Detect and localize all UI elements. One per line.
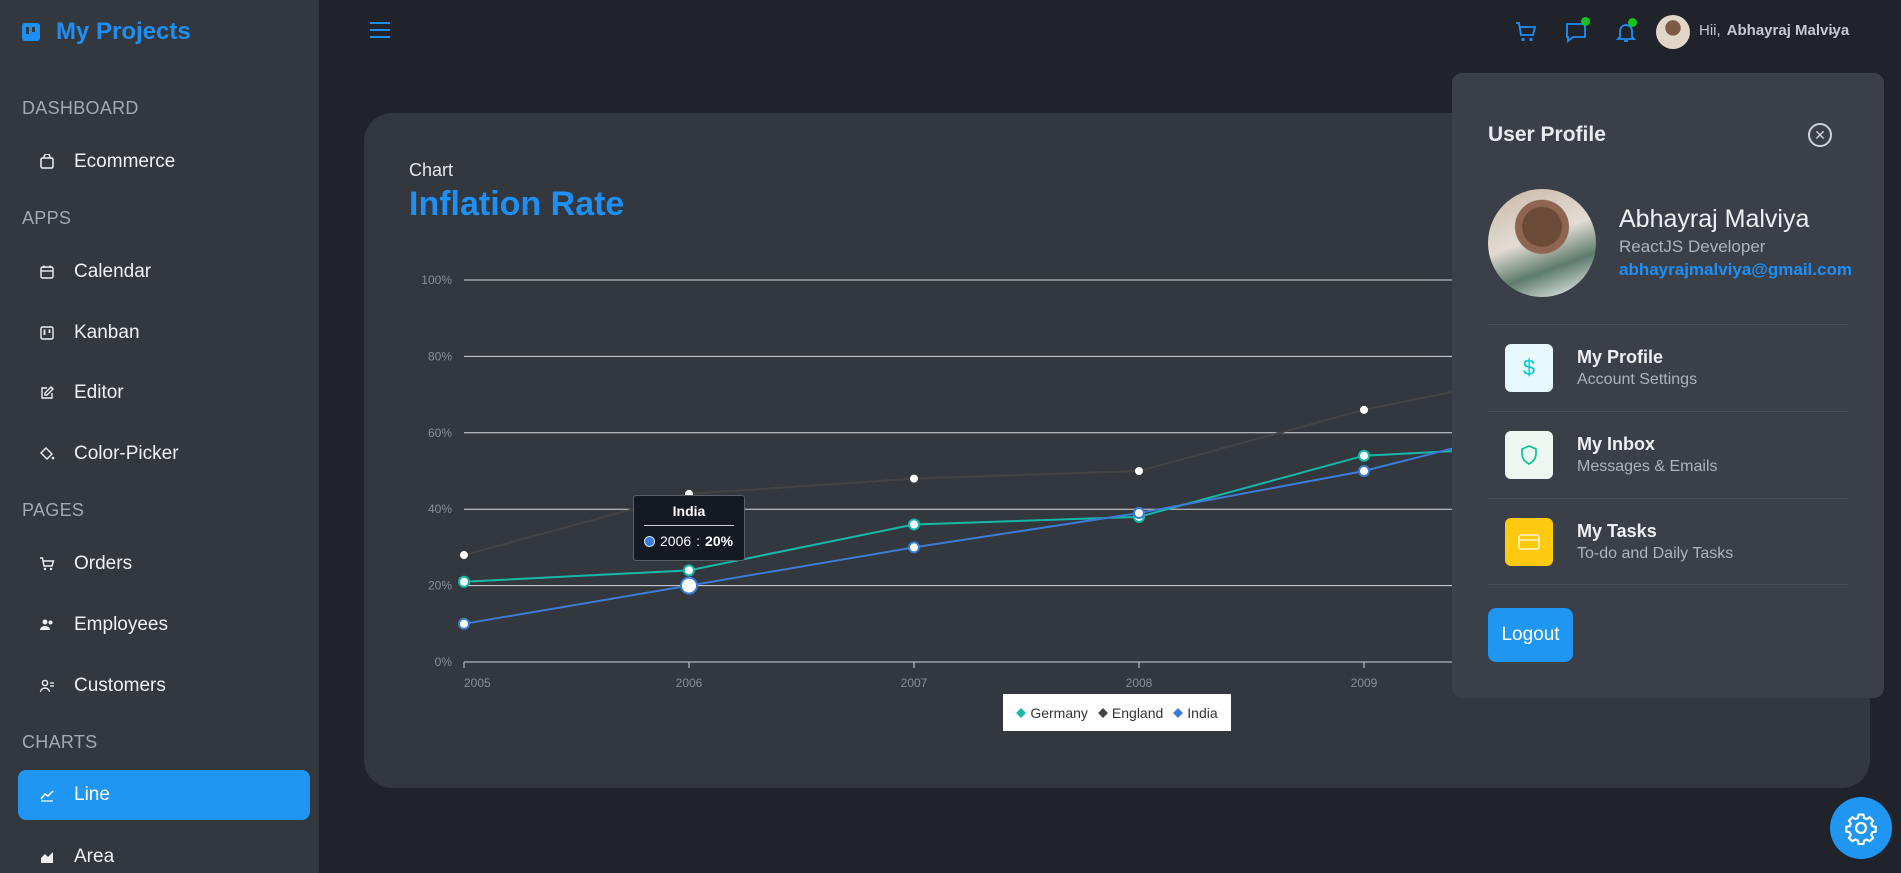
data-point bbox=[1358, 449, 1370, 462]
card-icon bbox=[1505, 517, 1553, 566]
tooltip-marker bbox=[644, 535, 655, 547]
x-tick-label: 2006 bbox=[676, 676, 703, 690]
legend-item-germany[interactable]: Germany bbox=[1016, 705, 1088, 721]
y-tick-label: 60% bbox=[428, 426, 452, 440]
menu-desc: Account Settings bbox=[1577, 370, 1698, 388]
y-tick-label: 40% bbox=[428, 502, 452, 516]
gear-icon bbox=[1845, 813, 1877, 845]
x-tick-label: 2009 bbox=[1351, 676, 1378, 690]
data-point bbox=[458, 617, 470, 630]
x-tick-label: 2008 bbox=[1126, 676, 1153, 690]
data-point bbox=[1358, 465, 1370, 477]
menu-title: My Tasks bbox=[1577, 520, 1657, 541]
legend-item-england[interactable]: England bbox=[1097, 704, 1164, 721]
legend-marker bbox=[1097, 707, 1108, 718]
chart-tooltip: India 2006:20% bbox=[633, 495, 745, 561]
legend-label: Germany bbox=[1030, 704, 1088, 721]
menu-text: My Inbox Messages & Emails bbox=[1577, 434, 1718, 476]
data-point bbox=[460, 551, 468, 560]
legend-marker bbox=[1016, 707, 1027, 718]
data-point bbox=[908, 518, 920, 531]
data-point bbox=[458, 575, 470, 588]
y-tick-label: 80% bbox=[428, 349, 452, 363]
logout-button[interactable]: Logout bbox=[1488, 608, 1573, 662]
menu-desc: To-do and Daily Tasks bbox=[1577, 544, 1734, 562]
y-tick-label: 100% bbox=[421, 273, 452, 287]
legend-item-india[interactable]: India bbox=[1173, 704, 1218, 721]
data-point bbox=[1133, 507, 1145, 520]
legend-label: England bbox=[1111, 704, 1164, 721]
menu-desc: Messages & Emails bbox=[1577, 457, 1718, 475]
data-point bbox=[1360, 405, 1368, 414]
tooltip-series: India bbox=[644, 496, 734, 526]
y-tick-label: 0% bbox=[435, 655, 453, 669]
legend-marker bbox=[1173, 707, 1184, 718]
menu-text: My Profile Account Settings bbox=[1577, 347, 1697, 389]
profile-name: Abhayraj Malviya bbox=[1619, 205, 1810, 233]
data-point bbox=[1135, 467, 1143, 475]
profile-menu-my-profile[interactable]: $ My Profile Account Settings bbox=[1488, 324, 1848, 410]
panel-title: User Profile bbox=[1488, 123, 1606, 146]
divider bbox=[1488, 584, 1848, 585]
profile-email[interactable]: abhayrajmalviya@gmail.com bbox=[1619, 260, 1852, 280]
x-tick-label: 2005 bbox=[464, 676, 491, 690]
shield-icon bbox=[1505, 430, 1553, 479]
x-tick-label: 2007 bbox=[901, 676, 928, 690]
profile-menu-my-inbox[interactable]: My Inbox Messages & Emails bbox=[1488, 411, 1848, 497]
menu-title: My Inbox bbox=[1577, 433, 1656, 454]
profile-avatar bbox=[1488, 189, 1596, 297]
profile-role: ReactJS Developer bbox=[1619, 237, 1766, 256]
data-point bbox=[683, 564, 695, 577]
close-icon[interactable]: ✕ bbox=[1808, 123, 1832, 147]
data-point bbox=[910, 474, 918, 483]
data-point bbox=[680, 576, 698, 595]
tooltip-body: 2006:20% bbox=[634, 526, 744, 549]
legend-label: India bbox=[1187, 704, 1218, 721]
chart-legend[interactable]: Germany England India bbox=[1003, 694, 1231, 731]
dollar-icon: $ bbox=[1505, 343, 1553, 392]
menu-text: My Tasks To-do and Daily Tasks bbox=[1577, 521, 1733, 563]
profile-menu-my-tasks[interactable]: My Tasks To-do and Daily Tasks bbox=[1488, 498, 1848, 584]
menu-title: My Profile bbox=[1577, 346, 1664, 367]
tooltip-x: 2006 bbox=[660, 533, 692, 549]
y-tick-label: 20% bbox=[428, 579, 452, 593]
data-point bbox=[908, 541, 920, 554]
settings-button[interactable] bbox=[1830, 797, 1892, 859]
tooltip-value: 20% bbox=[705, 533, 734, 549]
